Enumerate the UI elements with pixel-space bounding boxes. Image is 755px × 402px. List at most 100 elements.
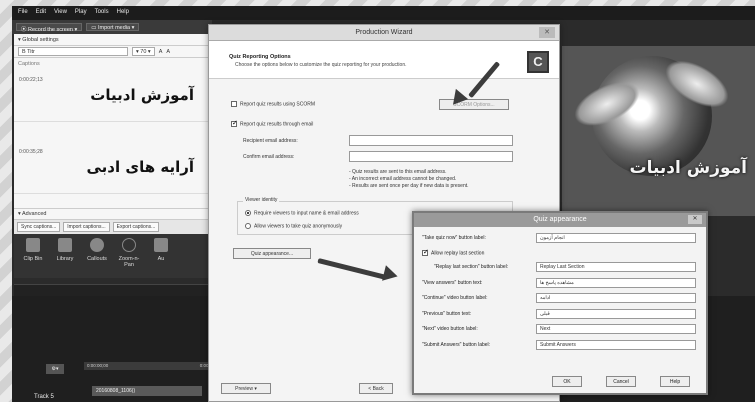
viewer-identity-label: Viewer identity xyxy=(243,197,280,203)
menu-bar: File Edit View Play Tools Help xyxy=(12,6,755,20)
ok-button[interactable]: OK xyxy=(552,376,582,387)
zoom-icon xyxy=(122,238,136,252)
close-icon[interactable]: ✕ xyxy=(539,27,555,38)
toolbar: ⦿ Record the screen ▾ ▭ Import media ▾ xyxy=(12,20,212,34)
submit-answers-input[interactable]: Submit Answers xyxy=(536,340,696,350)
wizard-header: Quiz Reporting Options Choose the option… xyxy=(209,41,559,79)
replay-input[interactable]: Replay Last Section xyxy=(536,262,696,272)
menu-play[interactable]: Play xyxy=(75,9,87,17)
require-viewers-option[interactable]: Require viewers to input name & email ad… xyxy=(245,210,359,216)
quiz-titlebar: Quiz appearance ✕ xyxy=(414,213,706,227)
tool-label: Library xyxy=(56,256,74,262)
quiz-title: Quiz appearance xyxy=(533,216,587,223)
replay-label: "Replay last section" button label: xyxy=(434,264,509,270)
clip-bin-icon xyxy=(26,238,40,252)
take-quiz-input[interactable]: انجام آزمون xyxy=(536,233,696,243)
continue-label: "Continue" video button label: xyxy=(422,295,488,301)
tool-label: Au xyxy=(157,256,165,262)
allow-replay-label: Allow replay last section xyxy=(431,250,485,257)
menu-help[interactable]: Help xyxy=(117,9,129,17)
export-captions-button[interactable]: Export captions... xyxy=(112,222,160,232)
preview-caption: آموزش ادبیات xyxy=(629,158,747,178)
take-quiz-label: "Take quiz now" button label: xyxy=(422,235,486,241)
tool-library[interactable]: Library xyxy=(50,238,80,274)
settings-gear-icon[interactable]: ⚙▾ xyxy=(46,364,64,374)
tools-strip: Clip Bin Library Callouts Zoom-n-Pan Au xyxy=(14,234,212,278)
global-settings-toggle[interactable]: ▾ Global settings xyxy=(14,34,212,46)
font-size-select[interactable]: ▾ 70 ▾ xyxy=(132,47,155,56)
report-email-option[interactable]: Report quiz results through email xyxy=(231,119,314,128)
callout-icon xyxy=(90,238,104,252)
record-screen-button[interactable]: ⦿ Record the screen ▾ xyxy=(16,23,83,33)
menu-edit[interactable]: Edit xyxy=(36,9,46,17)
allow-anon-radio[interactable] xyxy=(245,223,251,229)
wizard-subheading: Choose the options below to customize th… xyxy=(235,62,407,68)
font-shrink-icon[interactable]: A xyxy=(166,49,170,55)
close-icon[interactable]: ✕ xyxy=(688,215,702,224)
report-email-checkbox[interactable] xyxy=(231,119,238,127)
video-preview: آموزش ادبیات xyxy=(562,46,755,216)
tool-label: Callouts xyxy=(87,256,107,262)
view-answers-input[interactable]: مشاهده پاسخ ها xyxy=(536,278,696,288)
caption-buttons: Sync captions... Import captions... Expo… xyxy=(14,220,212,234)
timeline-ruler[interactable]: 0:00:00;00 0:00:10;00 xyxy=(84,362,224,370)
caption-text[interactable]: آرایه های ادبی xyxy=(86,158,194,176)
confirm-label: Confirm email address: xyxy=(243,154,295,160)
caption-text[interactable]: آموزش ادبیات xyxy=(90,86,194,104)
note-line: - An incorrect email address cannot be c… xyxy=(349,176,457,182)
caption-time: 0:00:22;13 xyxy=(19,77,43,83)
report-scorm-option[interactable]: Report quiz results using SCORM xyxy=(231,101,315,107)
note-line: - Results are sent once per day if new d… xyxy=(349,183,469,189)
tool-clip-bin[interactable]: Clip Bin xyxy=(18,238,48,274)
library-icon xyxy=(58,238,72,252)
caption-time: 0:00:35;28 xyxy=(19,149,43,155)
next-input[interactable]: Next xyxy=(536,324,696,334)
previous-input[interactable]: قبلی xyxy=(536,309,696,319)
previous-label: "Previous" button text: xyxy=(422,311,472,317)
allow-replay-checkbox[interactable] xyxy=(422,248,429,256)
submit-answers-label: "Submit Answers" button label: xyxy=(422,342,491,348)
font-select[interactable]: B Titr xyxy=(18,47,128,56)
recipient-email-input[interactable] xyxy=(349,135,513,146)
tool-zoom-pan[interactable]: Zoom-n-Pan xyxy=(114,238,144,274)
audio-icon xyxy=(154,238,168,252)
allow-anon-option[interactable]: Allow viewers to take quiz anonymously xyxy=(245,223,342,229)
back-button[interactable]: < Back xyxy=(359,383,393,394)
caption-item[interactable]: 0:00:35;28 آرایه های ادبی xyxy=(14,144,212,194)
help-button[interactable]: Help xyxy=(660,376,690,387)
zoom-scrubber[interactable] xyxy=(14,284,212,296)
cancel-button[interactable]: Cancel xyxy=(606,376,636,387)
tool-audio[interactable]: Au xyxy=(146,238,176,274)
report-scorm-checkbox[interactable] xyxy=(231,101,237,107)
require-viewers-radio[interactable] xyxy=(245,210,251,216)
import-media-button[interactable]: ▭ Import media ▾ xyxy=(86,23,140,31)
report-scorm-label: Report quiz results using SCORM xyxy=(240,101,316,108)
advanced-toggle[interactable]: ▾ Advanced xyxy=(14,208,212,220)
report-email-label: Report quiz results through email xyxy=(240,121,314,128)
quiz-appearance-button[interactable]: Quiz appearance... xyxy=(233,248,311,259)
confirm-email-input[interactable] xyxy=(349,151,513,162)
preview-button[interactable]: Preview ▾ xyxy=(221,383,271,394)
caption-item[interactable]: 0:00:22;13 آموزش ادبیات xyxy=(14,72,212,122)
next-label: "Next" video button label: xyxy=(422,326,478,332)
advanced-label: ▾ Advanced xyxy=(18,211,47,217)
tool-callouts[interactable]: Callouts xyxy=(82,238,112,274)
view-answers-label: "View answers" button text: xyxy=(422,280,483,286)
menu-file[interactable]: File xyxy=(18,9,28,17)
menu-view[interactable]: View xyxy=(54,9,67,17)
import-captions-button[interactable]: Import captions... xyxy=(63,222,110,232)
font-grow-icon[interactable]: A xyxy=(159,49,163,55)
sync-captions-button[interactable]: Sync captions... xyxy=(17,222,61,232)
track-label: Track 5 xyxy=(34,394,54,400)
tool-label: Zoom-n-Pan xyxy=(118,256,140,268)
menu-tools[interactable]: Tools xyxy=(95,9,109,17)
screen: { "menu": ["File","Edit","View","Play","… xyxy=(0,0,755,402)
timeline-clip[interactable]: 20160808_1106() xyxy=(92,386,202,396)
captions-panel: ▾ Global settings B Titr ▾ 70 ▾ A A Capt… xyxy=(14,34,212,234)
ruler-tick: 0:00:00;00 xyxy=(87,363,109,368)
captions-header: Captions xyxy=(18,61,40,67)
wizard-titlebar: Production Wizard ✕ xyxy=(209,25,559,41)
continue-input[interactable]: ادامه xyxy=(536,293,696,303)
allow-replay-option[interactable]: Allow replay last section xyxy=(422,248,485,257)
quiz-appearance-dialog: Quiz appearance ✕ "Take quiz now" button… xyxy=(412,211,708,395)
